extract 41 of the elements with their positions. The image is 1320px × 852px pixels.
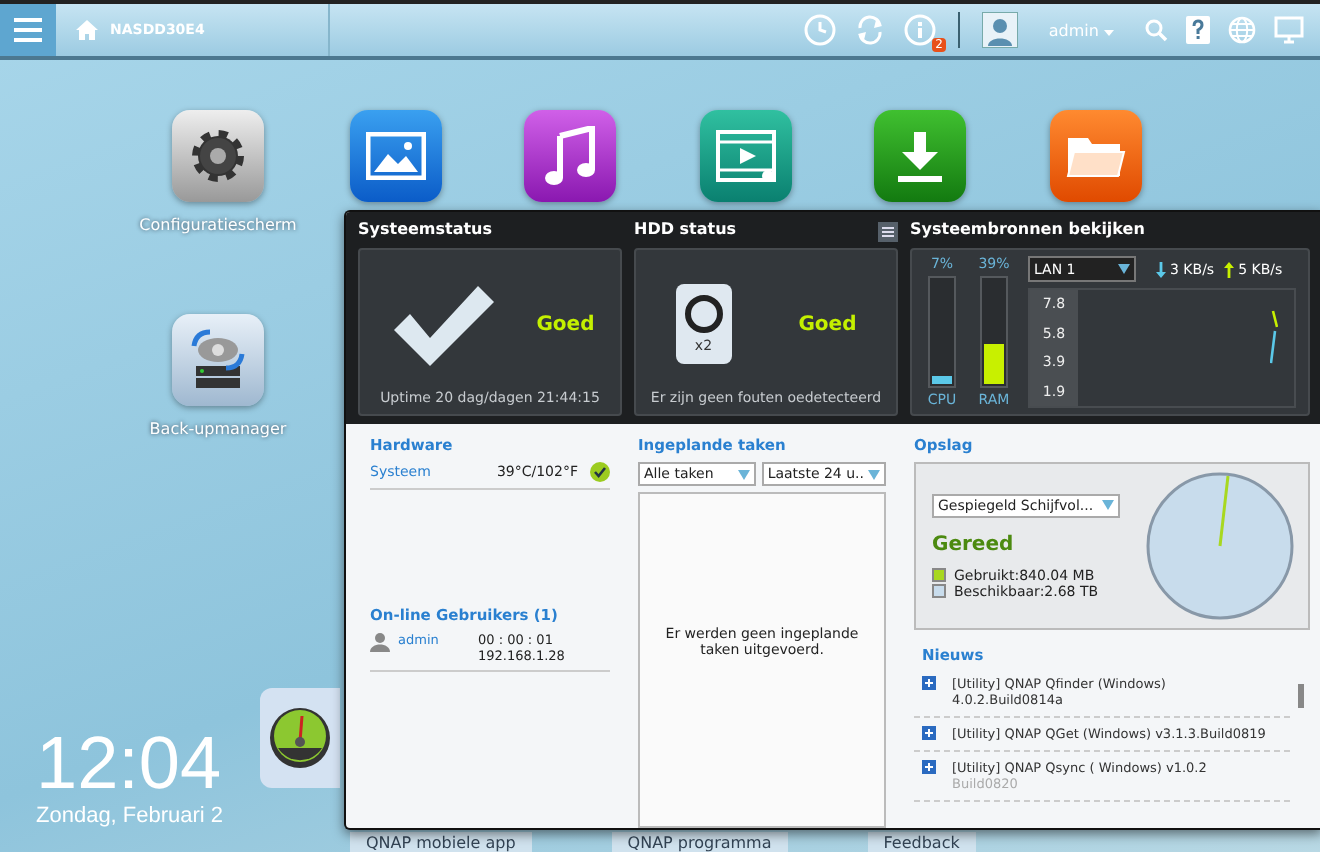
caret-icon bbox=[868, 469, 880, 479]
expand-icon[interactable] bbox=[922, 760, 936, 774]
section-title: HDD status bbox=[634, 220, 737, 242]
status-text: Goed bbox=[536, 313, 595, 335]
upload-arrow-icon bbox=[1224, 261, 1235, 277]
dashboard-widget-icon[interactable] bbox=[260, 688, 340, 788]
taskbar-item[interactable]: QNAP mobiele app bbox=[350, 832, 532, 852]
clock-time: 12:04 bbox=[36, 726, 224, 802]
caret-icon bbox=[1118, 264, 1130, 274]
photo-app-icon[interactable] bbox=[350, 110, 442, 202]
traffic-line-drawing bbox=[1270, 310, 1278, 364]
taskbar-item[interactable]: Feedback bbox=[867, 832, 976, 852]
video-app-icon[interactable] bbox=[700, 110, 792, 202]
user-icon bbox=[370, 632, 390, 652]
download-app-icon[interactable] bbox=[874, 110, 966, 202]
ok-check-icon bbox=[590, 462, 610, 482]
list-icon[interactable] bbox=[878, 221, 898, 241]
caret-icon bbox=[1102, 500, 1114, 510]
help-icon[interactable] bbox=[1186, 16, 1210, 44]
menu-button[interactable] bbox=[0, 4, 56, 56]
taskbar-item[interactable]: QNAP programma bbox=[611, 832, 788, 852]
section-title: Systeembronnen bekijken bbox=[910, 220, 1147, 242]
caret-icon bbox=[737, 469, 750, 479]
folder-app-icon[interactable] bbox=[1050, 110, 1142, 202]
disk-icon bbox=[683, 294, 724, 334]
info-icon[interactable] bbox=[904, 14, 937, 46]
download-arrow-icon bbox=[1156, 261, 1166, 277]
music-app-icon[interactable] bbox=[524, 110, 616, 202]
app-label: Back-upmanager bbox=[149, 420, 287, 438]
app-label: Configuratiescherm bbox=[139, 216, 297, 234]
status-text: Goed bbox=[798, 313, 857, 335]
backup-app-icon[interactable] bbox=[172, 314, 264, 406]
caret-icon bbox=[1104, 29, 1114, 35]
settings-app-icon[interactable] bbox=[172, 110, 264, 202]
expand-icon[interactable] bbox=[922, 676, 936, 690]
storage-status: Gereed bbox=[932, 533, 1016, 555]
menu-icon bbox=[14, 18, 42, 42]
avatar-icon[interactable] bbox=[982, 12, 1019, 48]
section-title: Systeemstatus bbox=[358, 220, 495, 242]
expand-icon[interactable] bbox=[922, 726, 936, 740]
clock-date: Zondag, Februari 2 bbox=[36, 804, 224, 828]
